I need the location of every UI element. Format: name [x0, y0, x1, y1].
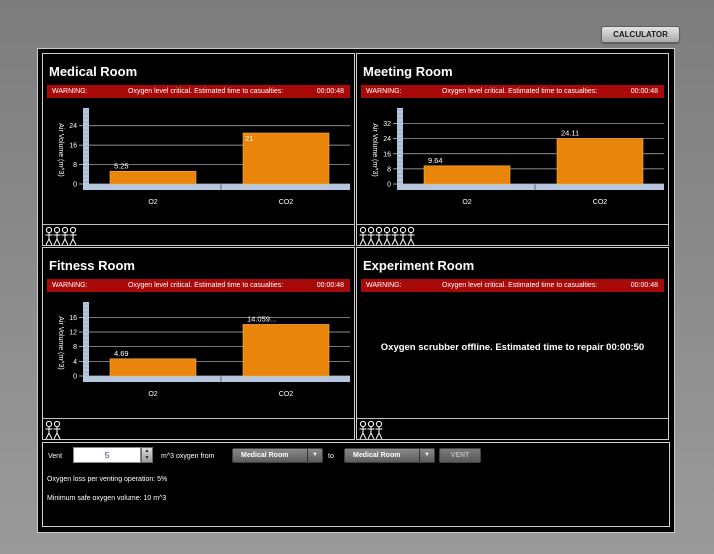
y-axis	[83, 108, 89, 190]
oxygen-loss-text: Oxygen loss per venting operation: 5%	[47, 476, 168, 483]
vent-controls: Vent ▲ ▼ m^3 oxygen from Medical Room ▼ …	[42, 442, 670, 527]
y-tick-label: 0	[73, 374, 77, 381]
vent-button[interactable]: VENT	[439, 448, 481, 463]
chevron-down-icon[interactable]: ▼	[307, 449, 322, 462]
category-label: O2	[148, 199, 157, 206]
vent-amount-input[interactable]	[73, 447, 141, 463]
y-axis-label: Air Volume (m^3)	[57, 316, 64, 369]
y-axis-label: Air Volume (m^3)	[57, 123, 64, 176]
room-medical: Medical Room WARNING: Oxygen level criti…	[42, 53, 355, 246]
from-room-select[interactable]: Medical Room ▼	[232, 448, 323, 463]
person-icon	[375, 226, 383, 245]
bar-chart: 0 8 16 24 32 Air Volume (m^3) 9.64 O2 24.11 CO2	[371, 108, 664, 206]
occupants-row	[43, 418, 354, 439]
stepper-down-icon[interactable]: ▼	[142, 455, 152, 462]
bar-value-label: 9.64	[428, 156, 443, 165]
bar-value-label: 21	[245, 134, 253, 143]
person-icon	[359, 420, 367, 439]
bar-value-label: 4.69	[114, 349, 129, 358]
category-label: CO2	[279, 391, 294, 398]
warning-label: WARNING:	[366, 282, 402, 289]
bar	[242, 324, 330, 377]
bar	[556, 138, 644, 185]
person-icon	[383, 226, 391, 245]
bar	[109, 170, 197, 185]
bar-value-label: 24.11	[561, 128, 579, 137]
person-icon	[367, 226, 375, 245]
bar-value-label: 14.059...	[247, 314, 276, 323]
to-room-value: Medical Room	[353, 452, 401, 459]
occupants-row	[43, 224, 354, 245]
room-fitness: Fitness Room WARNING: Oxygen level criti…	[42, 247, 355, 440]
person-icon	[375, 420, 383, 439]
scrubber-offline-message: Oxygen scrubber offline. Estimated time …	[380, 342, 645, 353]
calculator-button[interactable]: CALCULATOR	[601, 26, 680, 43]
person-icon	[391, 226, 399, 245]
category-label: CO2	[593, 199, 608, 206]
y-tick-label: 8	[73, 162, 77, 169]
from-room-value: Medical Room	[241, 452, 289, 459]
vent-label: Vent	[48, 453, 63, 460]
chevron-down-icon[interactable]: ▼	[419, 449, 434, 462]
y-tick-label: 0	[73, 182, 77, 189]
occupants-row	[357, 224, 668, 245]
room-title: Experiment Room	[363, 258, 475, 273]
warning-text: Oxygen level critical. Estimated time to…	[442, 282, 598, 289]
y-tick-label: 0	[387, 182, 391, 189]
y-tick-label: 4	[73, 359, 77, 366]
main-panel: Medical Room WARNING: Oxygen level criti…	[37, 48, 675, 533]
min-safe-volume-text: Minimum safe oxygen volume: 10 m^3	[47, 495, 167, 502]
y-tick-label: 12	[69, 330, 77, 337]
person-icon	[61, 226, 69, 245]
y-axis	[397, 108, 403, 190]
person-icon	[399, 226, 407, 245]
bar-value-label: 5.25	[114, 161, 129, 170]
y-tick-label: 32	[383, 121, 391, 128]
vent-unit-text: m^3 oxygen from	[161, 453, 215, 460]
y-tick-label: 8	[73, 344, 77, 351]
y-axis	[83, 302, 89, 382]
bar-chart: 0 4 8 12 16 Air Volume (m^3) 4.69 O2 14.059... CO…	[57, 302, 350, 398]
stepper-up-icon[interactable]: ▲	[142, 448, 152, 455]
casualty-countdown: 00:00:48	[630, 282, 658, 289]
person-icon	[45, 420, 53, 439]
person-icon	[53, 226, 61, 245]
person-icon	[359, 226, 367, 245]
to-room-select[interactable]: Medical Room ▼	[344, 448, 435, 463]
category-label: CO2	[279, 199, 294, 206]
y-tick-label: 16	[69, 315, 77, 322]
room-experiment: Experiment Room WARNING: Oxygen level cr…	[356, 247, 669, 440]
person-icon	[407, 226, 415, 245]
person-icon	[69, 226, 77, 245]
x-axis	[397, 184, 664, 190]
category-label: O2	[462, 199, 471, 206]
y-tick-label: 8	[387, 166, 391, 173]
x-axis	[83, 376, 350, 382]
y-axis-label: Air Volume (m^3)	[371, 123, 378, 176]
y-tick-label: 16	[69, 143, 77, 150]
y-tick-label: 24	[383, 136, 391, 143]
room-meeting: Meeting Room WARNING: Oxygen level criti…	[356, 53, 669, 246]
category-label: O2	[148, 391, 157, 398]
bar	[109, 358, 197, 377]
person-icon	[53, 420, 61, 439]
to-label: to	[328, 453, 334, 460]
x-axis	[83, 184, 350, 190]
y-tick-label: 24	[69, 123, 77, 130]
vent-amount-stepper[interactable]: ▲ ▼	[141, 447, 153, 463]
bar	[242, 132, 330, 185]
occupants-row	[357, 418, 668, 439]
bar-chart: 0 8 16 24 Air Volume (m^3) 5.25 O2 21 CO2	[57, 108, 350, 206]
y-tick-label: 16	[383, 151, 391, 158]
bar	[423, 165, 511, 185]
warning-banner: WARNING: Oxygen level critical. Estimate…	[361, 279, 664, 292]
person-icon	[45, 226, 53, 245]
person-icon	[367, 420, 375, 439]
